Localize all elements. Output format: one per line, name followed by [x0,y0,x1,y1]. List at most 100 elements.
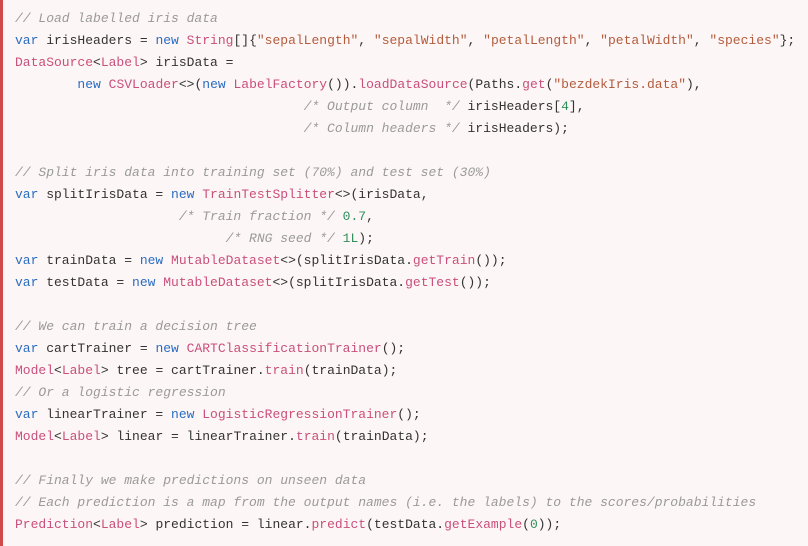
code-line: /* Output column */ irisHeaders[4], [15,96,798,118]
code-line: var linearTrainer = new LogisticRegressi… [15,404,798,426]
code-token: "bezdekIris.data" [553,77,686,92]
code-token: new [171,407,194,422]
code-token: ()); [460,275,491,290]
code-token: ), [686,77,702,92]
code-line: var irisHeaders = new String[]{"sepalLen… [15,30,798,52]
code-token: "petalLength" [483,33,584,48]
code-token: 1L [343,231,359,246]
code-token: loadDataSource [358,77,467,92]
code-line: Prediction<Label> prediction = linear.pr… [15,514,798,536]
code-token: Label [62,363,101,378]
code-line: var trainData = new MutableDataset<>(spl… [15,250,798,272]
code-line: new CSVLoader<>(new LabelFactory()).load… [15,74,798,96]
code-token: "sepalWidth" [374,33,468,48]
code-token: (); [397,407,420,422]
code-token [15,99,304,114]
code-token: "petalWidth" [600,33,694,48]
code-token: splitIrisData = [38,187,171,202]
code-token: , [585,33,601,48]
code-token: Label [101,55,140,70]
code-token: }; [780,33,796,48]
code-token: new [155,341,178,356]
code-token: var [15,275,38,290]
code-line: DataSource<Label> irisData = [15,52,798,74]
code-token: linearTrainer = [38,407,171,422]
code-token: < [93,55,101,70]
code-token: getTrain [413,253,475,268]
code-block: // Load labelled iris datavar irisHeader… [0,0,808,546]
code-token: < [54,363,62,378]
code-token: <>(splitIrisData. [272,275,405,290]
code-line: /* RNG seed */ 1L); [15,228,798,250]
code-token: < [54,429,62,444]
code-token: "sepalLength" [257,33,358,48]
code-token [163,253,171,268]
code-token: irisHeaders = [38,33,155,48]
code-token [15,77,77,92]
code-token: // We can train a decision tree [15,319,257,334]
code-line: // Finally we make predictions on unseen… [15,470,798,492]
code-token [179,341,187,356]
code-token: > linear = linearTrainer. [101,429,296,444]
code-token: <>(splitIrisData. [280,253,413,268]
code-token: var [15,253,38,268]
code-token: train [265,363,304,378]
code-token: []{ [233,33,256,48]
code-line: Model<Label> tree = cartTrainer.train(tr… [15,360,798,382]
code-token: , [366,209,374,224]
code-token: (trainData); [335,429,429,444]
code-token: /* Train fraction */ [179,209,335,224]
code-token: /* RNG seed */ [226,231,335,246]
code-token: var [15,407,38,422]
code-line: // Or a logistic regression [15,382,798,404]
code-token: train [296,429,335,444]
code-token: LabelFactory [233,77,327,92]
code-line: var splitIrisData = new TrainTestSplitte… [15,184,798,206]
code-line: /* Train fraction */ 0.7, [15,206,798,228]
code-token [335,209,343,224]
code-token: trainData = [38,253,139,268]
code-token: // Or a logistic regression [15,385,226,400]
code-token: <>( [179,77,202,92]
code-token: // Each prediction is a map from the out… [15,495,756,510]
code-token: 0.7 [343,209,366,224]
code-token: , [358,33,374,48]
code-token: new [77,77,100,92]
code-token: ()); [475,253,506,268]
code-token: var [15,187,38,202]
code-token: String [187,33,234,48]
code-token [15,209,179,224]
code-token: ], [569,99,585,114]
code-token: // Finally we make predictions on unseen… [15,473,366,488]
code-token: var [15,341,38,356]
code-token: /* Column headers */ [304,121,460,136]
code-token: MutableDataset [171,253,280,268]
code-token: CSVLoader [109,77,179,92]
code-token: <>(irisData, [335,187,429,202]
code-line: // Split iris data into training set (70… [15,162,798,184]
code-line: // Load labelled iris data [15,8,798,30]
code-line [15,448,798,470]
code-token: new [132,275,155,290]
code-line: // Each prediction is a map from the out… [15,492,798,514]
code-token: , [468,33,484,48]
code-token: , [694,33,710,48]
code-token [335,231,343,246]
code-token: /* Output column */ [304,99,460,114]
code-token: "species" [709,33,779,48]
code-token: new [140,253,163,268]
code-token: LogisticRegressionTrainer [202,407,397,422]
code-token: Model [15,363,54,378]
code-token: CARTClassificationTrainer [187,341,382,356]
code-line: /* Column headers */ irisHeaders); [15,118,798,140]
code-token: ); [358,231,374,246]
code-token: (); [382,341,405,356]
code-line: var cartTrainer = new CARTClassification… [15,338,798,360]
code-token: (trainData); [304,363,398,378]
code-token: (Paths. [468,77,523,92]
code-token: testData = [38,275,132,290]
code-token: // Split iris data into training set (70… [15,165,491,180]
code-line [15,294,798,316]
code-token [179,33,187,48]
code-line: var testData = new MutableDataset<>(spli… [15,272,798,294]
